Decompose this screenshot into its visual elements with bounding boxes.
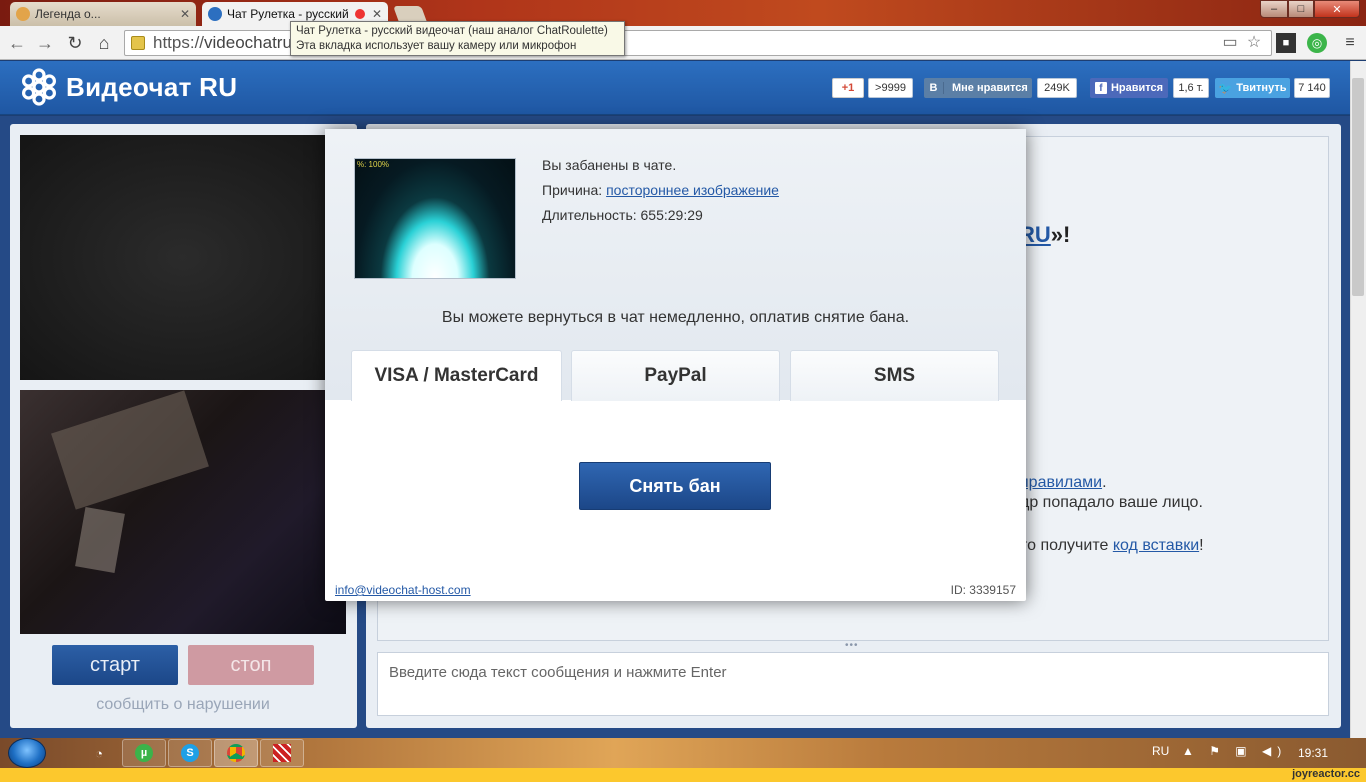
tab-legend[interactable]: Легенда о... ✕ (10, 2, 196, 26)
chrome-icon[interactable] (214, 739, 258, 767)
resize-handle[interactable]: ••• (845, 640, 859, 651)
snapshot-label: %: 100% (357, 160, 390, 169)
tab-close-icon[interactable]: ✕ (174, 7, 190, 21)
media-app-icon[interactable] (260, 739, 304, 767)
ban-duration-value: 655:29:29 (640, 207, 703, 223)
ban-reason-link[interactable]: постороннее изображение (606, 182, 779, 198)
facebook-like-button[interactable]: f Нравится (1090, 78, 1168, 98)
vk-like-label: Мне нравится (952, 82, 1028, 94)
tab-close-icon[interactable]: ✕ (366, 7, 382, 21)
new-tab-button[interactable] (393, 6, 427, 22)
facebook-like-count: 1,6 т. (1173, 78, 1209, 98)
twitter-bird-icon: 🐦 (1218, 82, 1233, 95)
report-violation-link[interactable]: сообщить о нарушении (20, 696, 346, 714)
google-plus-count: >9999 (868, 78, 913, 98)
site-logo[interactable]: Видеочат RU (66, 72, 237, 103)
ban-status-text: Вы забанены в чате. (542, 157, 677, 173)
unban-button[interactable]: Снять бан (579, 462, 771, 510)
camera-icon[interactable]: ▭ (1220, 33, 1240, 53)
lock-warning-icon (131, 36, 145, 50)
vk-like-count: 249K (1037, 78, 1077, 98)
tab-title: Легенда о... (35, 7, 101, 21)
recording-indicator-icon (354, 9, 365, 19)
tab-visa-mastercard[interactable]: VISA / MasterCard (351, 350, 562, 401)
stop-button[interactable]: стоп (188, 645, 314, 685)
partner-video (20, 135, 346, 380)
taskbar-app-icon[interactable]: ◔ (84, 739, 114, 767)
skype-icon[interactable]: S (168, 739, 212, 767)
utorrent-icon[interactable]: µ (122, 739, 166, 767)
rules-link[interactable]: правилами (1020, 474, 1102, 491)
tab-favicon-icon (16, 7, 30, 21)
scrollbar-thumb[interactable] (1352, 78, 1364, 296)
chat-welcome-text: RU»! (1019, 222, 1071, 247)
home-icon[interactable]: ⌂ (93, 32, 115, 54)
reload-icon[interactable]: ↻ (64, 32, 86, 54)
chat-embed-text: то получите код вставки! (1020, 537, 1204, 554)
facebook-like-label: Нравится (1110, 82, 1164, 94)
tooltip-title: Чат Рулетка - русский видеочат (наш анал… (296, 25, 608, 37)
facebook-icon: f (1094, 82, 1107, 94)
tab-paypal[interactable]: PayPal (571, 350, 780, 401)
user-id: ID: 3339157 (950, 583, 1016, 597)
back-arrow-icon[interactable]: ← (6, 32, 28, 54)
watermark-bar: joyreactor.cc (0, 768, 1366, 782)
tab-favicon-icon (208, 7, 222, 21)
window-maximize-button[interactable]: □ (1288, 0, 1314, 18)
vk-like-button[interactable]: В Мне нравится (924, 78, 1032, 98)
keyboard-language[interactable]: RU (1152, 744, 1169, 758)
google-plus-button[interactable]: +1 (832, 78, 864, 98)
ban-duration: Длительность: 655:29:29 (542, 207, 703, 223)
start-button[interactable]: старт (52, 645, 178, 685)
url-scheme: https:// (153, 33, 205, 52)
watermark-text: joyreactor.cc (1292, 768, 1360, 780)
tab-sms[interactable]: SMS (790, 350, 999, 401)
tray-icons[interactable]: ▲ ⚑ ▣ ◀) (1182, 744, 1287, 758)
vk-icon: В (924, 82, 944, 94)
embed-code-link[interactable]: код вставки (1113, 537, 1199, 554)
menu-icon[interactable]: ≡ (1340, 33, 1360, 53)
message-input[interactable]: Введите сюда текст сообщения и нажмите E… (377, 652, 1329, 716)
chat-rules-text: правилами. (1020, 474, 1107, 491)
extension-green-icon[interactable]: ◎ (1307, 33, 1327, 53)
tab-tooltip: Чат Рулетка - русский видеочат (наш анал… (290, 21, 625, 56)
twitter-tweet-label: Твитнуть (1236, 82, 1287, 94)
twitter-tweet-count: 7 140 (1294, 78, 1330, 98)
own-camera-video (20, 390, 346, 634)
ban-snapshot-image: %: 100% (354, 158, 516, 279)
extension-icon[interactable]: ■ (1276, 33, 1296, 53)
forward-arrow-icon[interactable]: → (34, 32, 56, 54)
windows-start-icon[interactable] (8, 738, 46, 768)
taskbar-clock[interactable]: 19:31 (1298, 746, 1328, 760)
support-email-link[interactable]: info@videochat-host.com (335, 583, 471, 597)
chat-face-text: др попадало ваше лицо. (1020, 494, 1203, 511)
ban-dialog: %: 100% Вы забанены в чате. Причина: пос… (325, 129, 1026, 601)
tab-title: Чат Рулетка - русский (227, 7, 349, 21)
bookmark-star-icon[interactable]: ☆ (1244, 33, 1264, 53)
twitter-tweet-button[interactable]: 🐦 Твитнуть (1215, 78, 1290, 98)
pay-message: Вы можете вернуться в чат немедленно, оп… (441, 309, 910, 326)
support-email: info@videochat-host.com (335, 583, 471, 597)
ban-reason: Причина: постороннее изображение (542, 182, 779, 198)
tooltip-camera-note: Эта вкладка использует вашу камеру или м… (296, 40, 577, 52)
window-close-button[interactable]: ✕ (1314, 0, 1360, 18)
window-minimize-button[interactable]: – (1260, 0, 1288, 18)
logo-flower-icon (22, 68, 56, 106)
